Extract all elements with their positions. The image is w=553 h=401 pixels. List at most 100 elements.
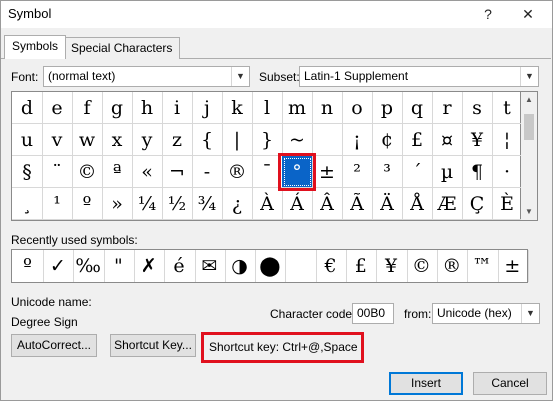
- symbol-cell[interactable]: t: [492, 92, 523, 124]
- symbol-cell[interactable]: Â: [312, 188, 343, 220]
- recent-symbol-cell[interactable]: ®: [436, 250, 469, 282]
- symbol-cell[interactable]: ½: [162, 188, 193, 220]
- symbol-grid: d e f g h i j k l m n o p q r s t u v w x y z{|} ~ ¡ ¢ £ ¤ ¥ ¦ § ¨ © ª «¬ -…: [11, 91, 523, 221]
- close-icon[interactable]: ✕: [510, 2, 546, 26]
- recent-symbol-cell[interactable]: ◑: [224, 250, 257, 282]
- symbol-cell[interactable]: ¡: [342, 124, 373, 156]
- scroll-thumb[interactable]: [524, 114, 534, 140]
- scroll-down-icon[interactable]: ▼: [521, 204, 537, 220]
- recent-symbol-cell[interactable]: ✓: [42, 250, 75, 282]
- symbol-cell[interactable]: Æ: [432, 188, 463, 220]
- symbol-cell[interactable]: {: [192, 124, 223, 156]
- symbol-cell[interactable]: l: [252, 92, 283, 124]
- symbol-cell[interactable]: ¿: [222, 188, 253, 220]
- recent-symbol-cell[interactable]: º: [12, 250, 44, 282]
- symbol-cell[interactable]: -: [192, 156, 223, 188]
- symbol-cell[interactable]: o: [342, 92, 373, 124]
- autocorrect-button[interactable]: AutoCorrect...: [11, 334, 97, 357]
- tab-special-characters[interactable]: Special Characters: [63, 37, 181, 59]
- symbol-cell[interactable]: «: [132, 156, 163, 188]
- symbol-cell[interactable]: »: [102, 188, 133, 220]
- symbol-cell[interactable]: ·: [492, 156, 523, 188]
- recent-symbol-cell[interactable]: ™: [467, 250, 499, 282]
- symbol-cell[interactable]: ¤: [432, 124, 463, 156]
- symbol-cell[interactable]: e: [42, 92, 73, 124]
- recent-symbol-cell[interactable]: ⬤: [254, 250, 287, 282]
- symbol-cell[interactable]: Ã: [342, 188, 373, 220]
- symbol-cell[interactable]: ¸: [12, 188, 43, 220]
- symbol-cell[interactable]: f: [72, 92, 103, 124]
- recent-symbol-cell[interactable]: ": [103, 250, 135, 282]
- symbol-cell[interactable]: ¼: [132, 188, 163, 220]
- cancel-button[interactable]: Cancel: [473, 372, 547, 395]
- from-dropdown[interactable]: Unicode (hex) ▼: [432, 303, 540, 324]
- symbol-cell[interactable]: Á: [282, 188, 313, 220]
- grid-scrollbar[interactable]: ▲ ▼: [521, 91, 538, 221]
- symbol-cell[interactable]: u: [12, 124, 43, 156]
- subset-dropdown[interactable]: Latin-1 Supplement ▼: [299, 66, 539, 87]
- recent-symbol-cell[interactable]: €: [315, 250, 347, 282]
- recent-symbol-cell[interactable]: é: [164, 250, 196, 282]
- symbol-cell[interactable]: ¬: [162, 156, 193, 188]
- symbol-cell[interactable]: µ: [432, 156, 463, 188]
- symbol-cell[interactable]: s: [462, 92, 493, 124]
- symbol-cell[interactable]: w: [72, 124, 103, 156]
- symbol-cell[interactable]: ª: [102, 156, 133, 188]
- symbol-cell[interactable]: Ç: [462, 188, 493, 220]
- recent-symbol-cell[interactable]: ✗: [133, 250, 166, 282]
- symbol-cell[interactable]: i: [162, 92, 193, 124]
- recent-symbol-cell[interactable]: ¥: [376, 250, 408, 282]
- scroll-up-icon[interactable]: ▲: [521, 92, 537, 108]
- symbol-cell[interactable]: ¥: [462, 124, 493, 156]
- symbol-cell[interactable]: x: [102, 124, 133, 156]
- symbol-cell[interactable]: ³: [372, 156, 403, 188]
- symbol-cell[interactable]: ´: [402, 156, 433, 188]
- symbol-cell[interactable]: r: [432, 92, 463, 124]
- insert-button[interactable]: Insert: [389, 372, 463, 395]
- symbol-cell[interactable]: ¢: [372, 124, 403, 156]
- symbol-cell[interactable]: Å: [402, 188, 433, 220]
- symbol-cell[interactable]: º: [72, 188, 103, 220]
- symbol-cell[interactable]: j: [192, 92, 223, 124]
- recent-symbol-cell[interactable]: ‰: [73, 250, 105, 282]
- symbol-cell[interactable]: k: [222, 92, 253, 124]
- symbol-cell[interactable]: §: [12, 156, 43, 188]
- font-dropdown[interactable]: (normal text) ▼: [43, 66, 250, 87]
- symbol-cell[interactable]: ~: [282, 124, 313, 156]
- symbol-cell[interactable]: ¨: [42, 156, 73, 188]
- symbol-cell[interactable]: q: [402, 92, 433, 124]
- symbol-cell[interactable]: d: [12, 92, 43, 124]
- symbol-cell[interactable]: z: [162, 124, 193, 156]
- symbol-cell[interactable]: }: [252, 124, 283, 156]
- symbol-cell[interactable]: ¹: [42, 188, 73, 220]
- symbol-cell[interactable]: g: [102, 92, 133, 124]
- symbol-cell[interactable]: È: [492, 188, 523, 220]
- recent-symbol-cell[interactable]: ✉: [194, 250, 226, 282]
- symbol-cell[interactable]: ¶: [462, 156, 493, 188]
- tab-symbols[interactable]: Symbols: [4, 35, 67, 59]
- symbol-cell[interactable]: ¦: [492, 124, 523, 156]
- symbol-cell[interactable]: ²: [342, 156, 373, 188]
- character-code-input[interactable]: 00B0: [352, 303, 394, 324]
- symbol-cell[interactable]: p: [372, 92, 403, 124]
- symbol-cell[interactable]: À: [252, 188, 283, 220]
- symbol-cell[interactable]: ¾: [192, 188, 223, 220]
- symbol-cell[interactable]: h: [132, 92, 163, 124]
- symbol-cell[interactable]: [312, 124, 343, 156]
- symbol-cell[interactable]: £: [402, 124, 433, 156]
- recent-symbol-cell[interactable]: ©: [406, 250, 438, 282]
- recent-symbol-cell[interactable]: ±: [497, 250, 529, 282]
- symbol-cell[interactable]: ©: [72, 156, 103, 188]
- symbol-cell[interactable]: ±: [312, 156, 343, 188]
- symbol-cell[interactable]: v: [42, 124, 73, 156]
- symbol-cell[interactable]: ®: [222, 156, 253, 188]
- symbol-cell[interactable]: |: [222, 124, 253, 156]
- symbol-cell[interactable]: y: [132, 124, 163, 156]
- symbol-cell[interactable]: n: [312, 92, 343, 124]
- symbol-cell[interactable]: m: [282, 92, 313, 124]
- help-button[interactable]: ?: [470, 2, 506, 26]
- symbol-cell[interactable]: Ä: [372, 188, 403, 220]
- recent-symbol-cell[interactable]: [285, 250, 317, 282]
- shortcut-key-button[interactable]: Shortcut Key...: [110, 334, 196, 357]
- recent-symbol-cell[interactable]: £: [345, 250, 378, 282]
